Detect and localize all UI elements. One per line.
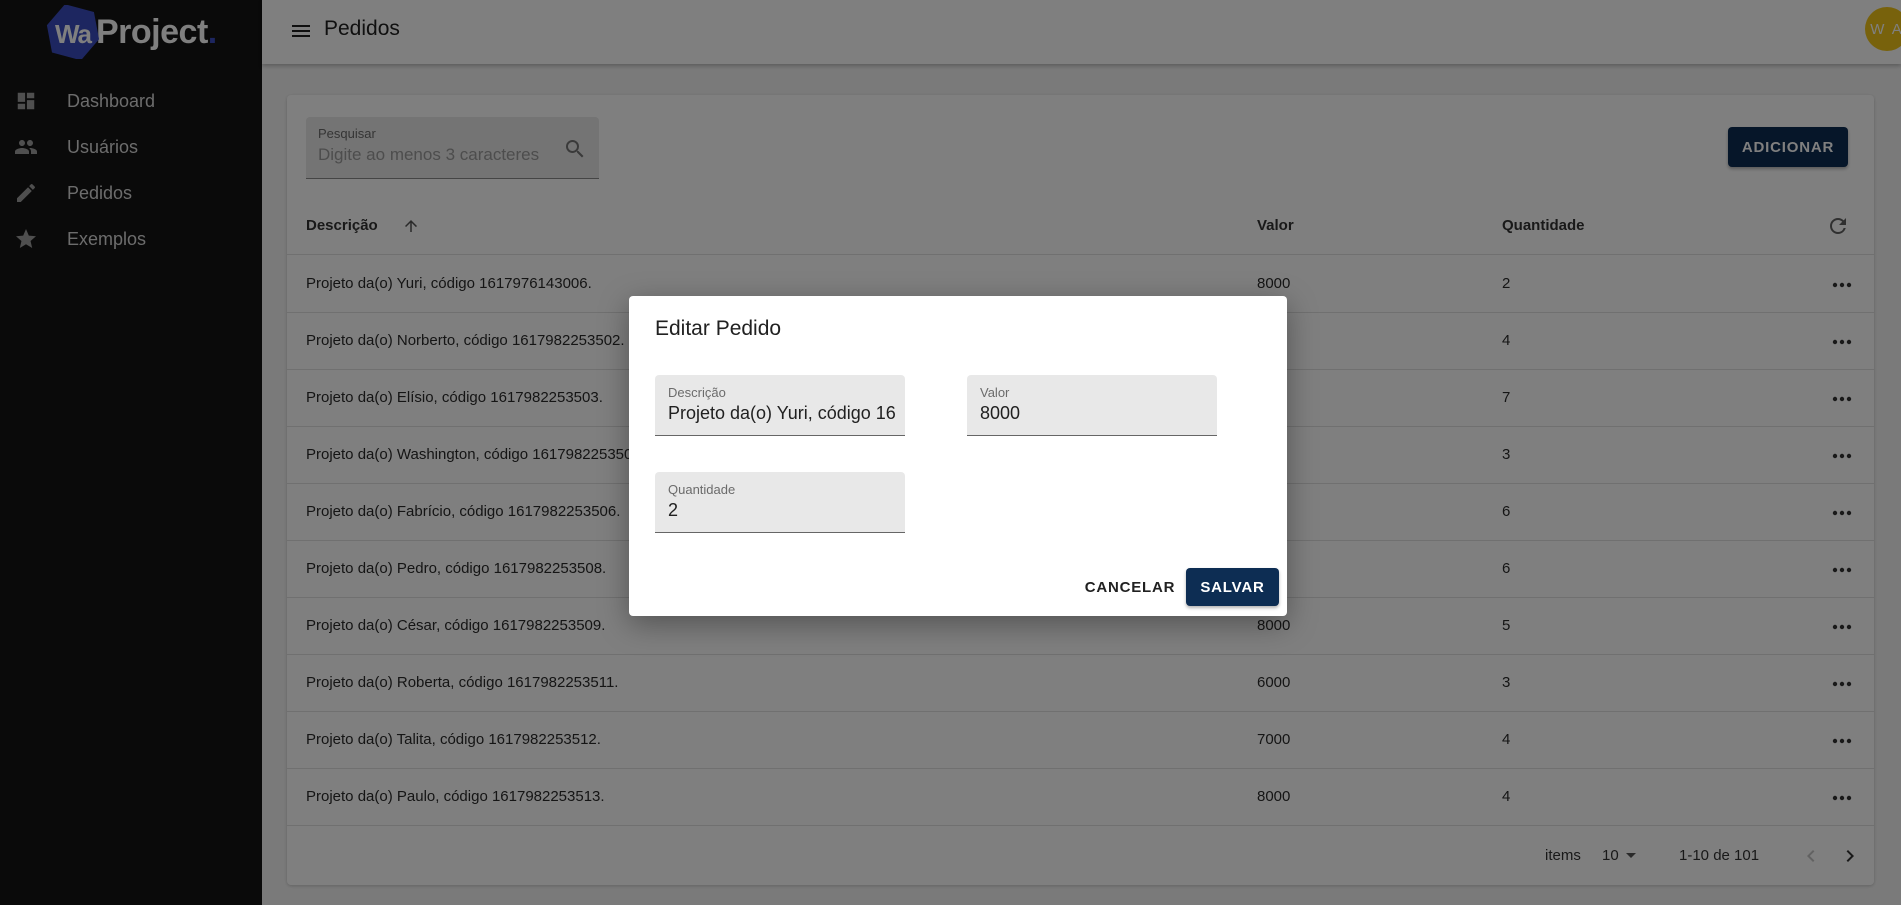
quantity-input[interactable]: 2	[668, 500, 896, 521]
value-field[interactable]: Valor 8000	[967, 375, 1217, 436]
save-button[interactable]: SALVAR	[1186, 568, 1279, 606]
description-field[interactable]: Descrição Projeto da(o) Yuri, código 161…	[655, 375, 905, 436]
dialog-title: Editar Pedido	[655, 317, 782, 340]
cancel-button[interactable]: CANCELAR	[1082, 568, 1178, 606]
description-input[interactable]: Projeto da(o) Yuri, código 1617976143006…	[668, 403, 896, 424]
quantity-label: Quantidade	[668, 482, 736, 497]
edit-order-dialog: Editar Pedido Descrição Projeto da(o) Yu…	[629, 296, 1287, 616]
description-label: Descrição	[668, 385, 726, 400]
value-input[interactable]: 8000	[980, 403, 1208, 424]
value-label: Valor	[980, 385, 1010, 400]
quantity-field[interactable]: Quantidade 2	[655, 472, 905, 533]
